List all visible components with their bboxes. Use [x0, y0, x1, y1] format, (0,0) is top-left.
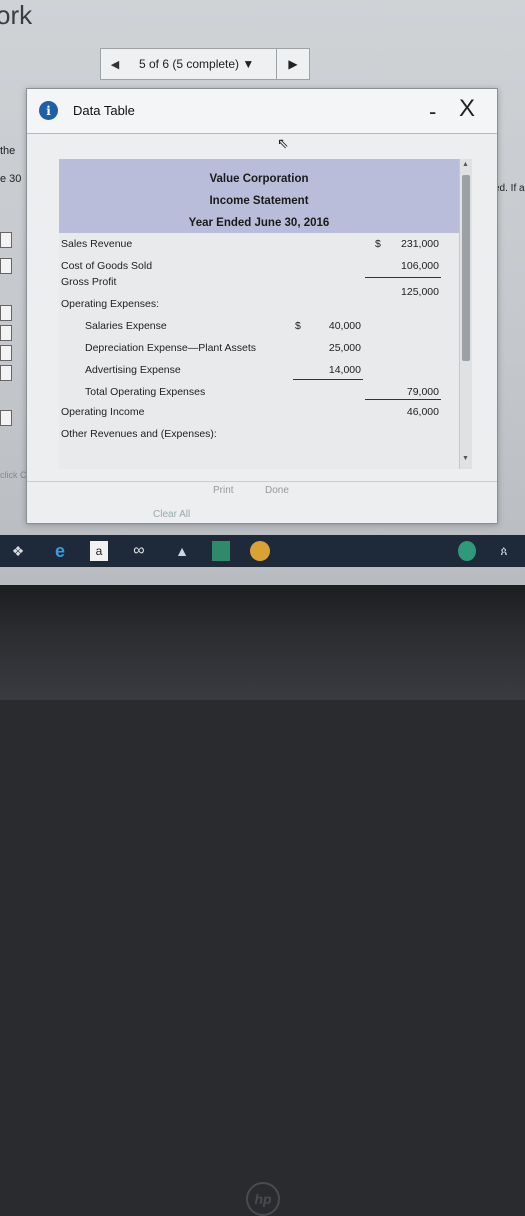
row-label: Operating Expenses:: [61, 298, 160, 310]
scroll-thumb[interactable]: [462, 175, 470, 361]
hp-logo: hp: [246, 1182, 280, 1216]
row-label: Advertising Expense: [85, 364, 181, 376]
clear-all-button[interactable]: Clear All: [153, 509, 190, 520]
background-text-fragment: e 30: [0, 173, 22, 185]
background-input-box: [0, 410, 12, 426]
row-value: 231,000: [401, 238, 439, 250]
row-value: 40,000: [328, 320, 361, 332]
row-value: 106,000: [401, 260, 439, 272]
table-row: Operating Income 46,000: [59, 403, 459, 423]
photos-icon[interactable]: [212, 541, 230, 561]
background-input-box: [0, 232, 12, 248]
row-label: Salaries Expense: [85, 320, 167, 332]
background-text-fragment: click C: [0, 470, 27, 480]
mouse-cursor-icon: ⇖: [277, 135, 289, 151]
row-value: 25,000: [328, 342, 361, 354]
company-name: Value Corporation: [209, 173, 309, 185]
print-button[interactable]: Print: [213, 485, 234, 496]
done-button[interactable]: Done: [265, 485, 289, 496]
graduation-cap-icon[interactable]: ▲: [170, 541, 194, 561]
row-label: Sales Revenue: [61, 238, 133, 250]
monitor-screen: ork ◀ 5 of 6 (5 complete) ▼ ▶ the e 30 c…: [0, 0, 525, 585]
dropbox-icon[interactable]: ❖: [8, 541, 28, 561]
statement-header: Value Corporation Income Statement Year …: [59, 159, 459, 233]
dialog-header: i Data Table - X: [27, 89, 497, 134]
info-icon: i: [39, 101, 58, 120]
row-label: Cost of Goods Sold: [61, 260, 153, 272]
table-scrollbar[interactable]: ▲ ▼: [459, 159, 472, 469]
question-status: 5 of 6 (5 complete): [139, 57, 240, 71]
underline-rule: [293, 379, 363, 380]
row-label: Depreciation Expense—Plant Assets: [85, 342, 257, 354]
background-input-box: [0, 345, 12, 361]
dropdown-arrow-icon: ▼: [242, 57, 255, 71]
table-row: Depreciation Expense—Plant Assets 25,000: [59, 339, 459, 359]
table-row: Advertising Expense 14,000: [59, 361, 459, 381]
table-row: Salaries Expense $ 40,000: [59, 317, 459, 337]
table-row: Other Revenues and (Expenses):: [59, 425, 459, 445]
dollar-sign: $: [295, 320, 301, 332]
monitor-bezel: hp: [0, 585, 525, 1216]
row-value: 46,000: [406, 406, 439, 418]
people-icon[interactable]: ጰ: [494, 541, 514, 561]
statement-name: Income Statement: [209, 195, 309, 207]
row-label: Other Revenues and (Expenses):: [61, 428, 217, 440]
income-statement-table: Value Corporation Income Statement Year …: [59, 159, 459, 469]
background-input-box: [0, 305, 12, 321]
chrome-icon[interactable]: [250, 541, 270, 561]
amazon-icon[interactable]: a: [90, 541, 108, 561]
scroll-up-arrow-icon[interactable]: ▲: [462, 161, 469, 168]
data-table-dialog: i Data Table - X ⇖ Value Corporation Inc…: [26, 88, 498, 524]
dialog-title: Data Table: [73, 103, 135, 118]
underline-rule: [365, 399, 441, 400]
page-heading: ork: [0, 0, 33, 30]
edge-icon[interactable]: e: [50, 541, 70, 561]
close-icon[interactable]: X: [459, 95, 475, 123]
infinity-icon[interactable]: ∞: [128, 541, 150, 561]
question-status-dropdown[interactable]: 5 of 6 (5 complete) ▼: [129, 57, 276, 71]
scroll-down-arrow-icon[interactable]: ▼: [462, 455, 469, 462]
row-label: Operating Income: [61, 406, 145, 418]
table-row: Sales Revenue $ 231,000: [59, 235, 459, 255]
table-row: Total Operating Expenses 79,000: [59, 383, 459, 403]
row-value: 79,000: [406, 386, 439, 398]
row-label: Total Operating Expenses: [85, 386, 206, 398]
next-question-button[interactable]: ▶: [276, 49, 309, 79]
question-pager: ◀ 5 of 6 (5 complete) ▼ ▶: [100, 48, 310, 80]
background-input-box: [0, 365, 12, 381]
statement-period: Year Ended June 30, 2016: [188, 217, 330, 229]
windows-taskbar: ❖ e a ∞ ▲ ጰ: [0, 535, 525, 567]
background-input-box: [0, 325, 12, 341]
background-text-fragment: ed. If a: [494, 183, 525, 194]
table-row: Operating Expenses:: [59, 295, 459, 315]
minimize-icon[interactable]: -: [429, 99, 436, 125]
tray-app-icon[interactable]: [458, 541, 476, 561]
background-text-fragment: the: [0, 145, 16, 157]
background-input-box: [0, 258, 12, 274]
row-value: 14,000: [328, 364, 361, 376]
previous-question-button[interactable]: ◀: [101, 58, 129, 71]
dialog-footer-divider: [27, 481, 497, 482]
